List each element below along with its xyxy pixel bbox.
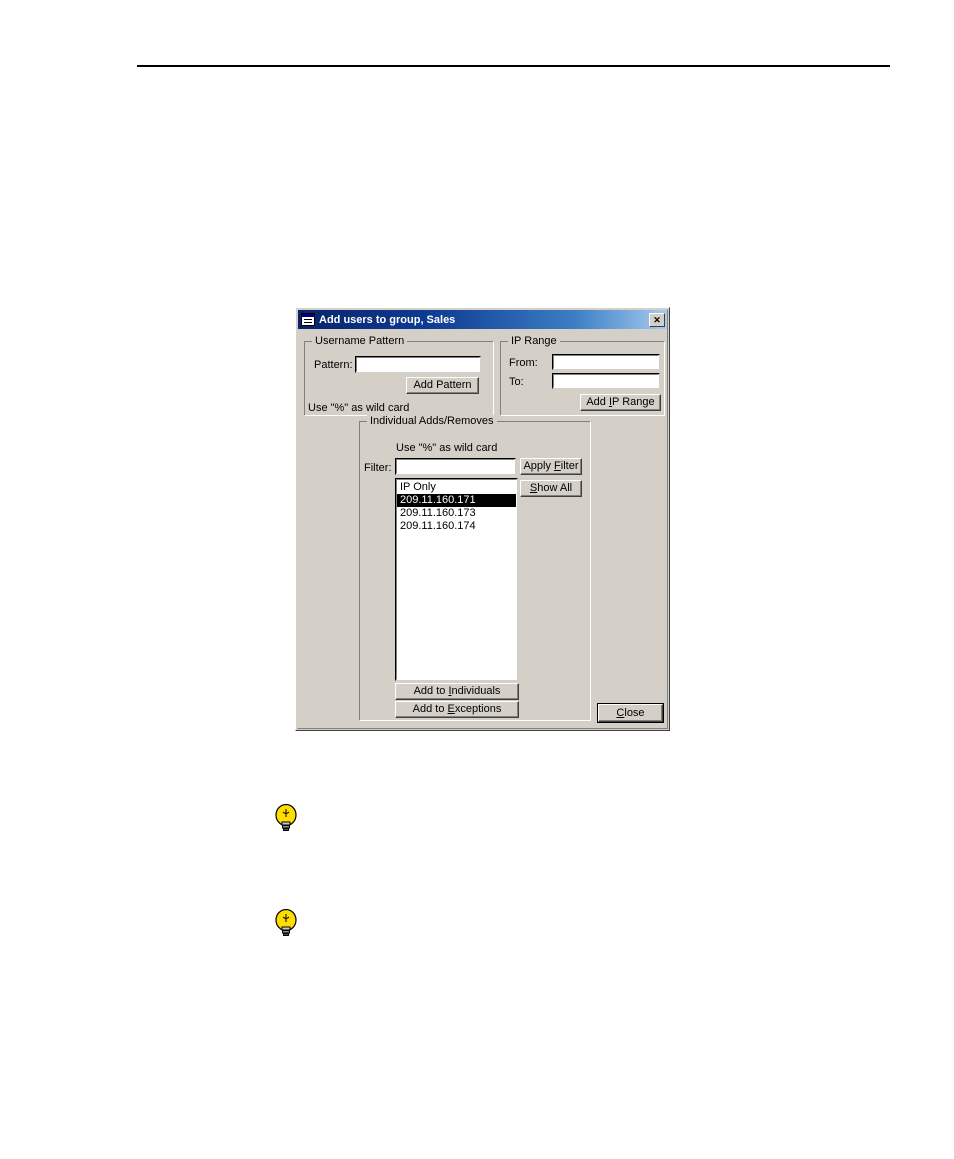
close-button-label: Close [616,706,645,719]
add-ip-range-button[interactable]: Add IP Range [580,394,661,411]
window-form-icon [301,313,315,326]
add-to-individuals-label: Add to Individuals [413,685,501,697]
add-to-exceptions-button[interactable]: Add to Exceptions [395,701,519,718]
list-item[interactable]: 209.11.160.171 [397,494,516,507]
add-users-dialog: Add users to group, Sales ✕ Username Pat… [295,307,670,731]
add-pattern-button[interactable]: Add Pattern [406,377,479,394]
add-ip-range-label: Add IP Range [586,396,655,408]
username-wildcard-hint: Use "%" as wild card [308,402,410,414]
close-button[interactable]: Close [597,703,664,723]
individual-wildcard-hint: Use "%" as wild card [396,442,498,454]
close-icon[interactable]: ✕ [649,312,665,327]
ip-to-label: To: [509,376,524,388]
dialog-titlebar[interactable]: Add users to group, Sales ✕ [298,310,667,329]
filter-label: Filter: [364,462,392,474]
page-header-rule [137,65,890,67]
individual-group-label: Individual Adds/Removes [367,415,497,427]
list-item[interactable]: 209.11.160.174 [397,520,516,533]
lightbulb-icon [275,803,297,831]
ip-from-input[interactable] [553,355,659,369]
add-to-individuals-button[interactable]: Add to Individuals [395,683,519,700]
ip-to-input[interactable] [553,374,659,388]
list-item[interactable]: IP Only [397,481,516,494]
list-item[interactable]: 209.11.160.173 [397,507,516,520]
show-all-button[interactable]: Show All [520,480,582,497]
ip-range-group-label: IP Range [508,335,560,347]
ip-from-label: From: [509,357,538,369]
username-pattern-group-label: Username Pattern [312,335,408,347]
ip-listbox[interactable]: IP Only 209.11.160.171 209.11.160.173 20… [396,479,517,680]
apply-filter-label: Apply Filter [523,460,579,472]
lightbulb-icon [275,908,297,936]
dialog-title: Add users to group, Sales [319,313,456,326]
filter-input[interactable] [396,459,515,474]
pattern-label: Pattern: [314,359,353,371]
show-all-label: Show All [529,482,573,494]
pattern-input[interactable] [356,357,480,372]
add-to-exceptions-label: Add to Exceptions [412,703,502,715]
apply-filter-button[interactable]: Apply Filter [520,458,582,475]
